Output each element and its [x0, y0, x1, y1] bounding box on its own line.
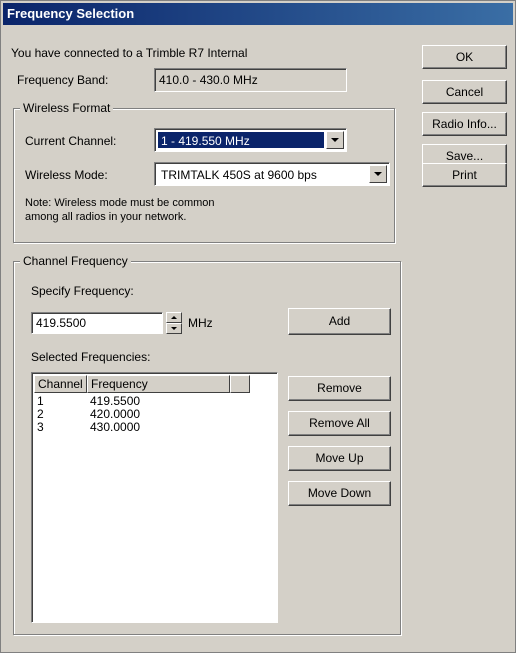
table-row[interactable]: 1 419.5500 [34, 395, 277, 408]
wireless-format-legend: Wireless Format [20, 101, 114, 115]
note-line-2: among all radios in your network. [25, 211, 187, 223]
cell-frequency: 430.0000 [90, 420, 141, 434]
print-button[interactable]: Print [422, 163, 507, 187]
current-channel-label: Current Channel: [25, 134, 117, 148]
window-title: Frequency Selection [3, 3, 513, 25]
ok-button[interactable]: OK [422, 45, 507, 69]
frequency-band-label: Frequency Band: [17, 73, 109, 87]
table-row[interactable]: 3 430.0000 [34, 421, 277, 434]
add-button[interactable]: Add [288, 308, 391, 335]
column-header-channel[interactable]: Channel [34, 375, 87, 393]
table-row[interactable]: 2 420.0000 [34, 408, 277, 421]
frequency-band-value: 410.0 - 430.0 MHz [154, 68, 347, 92]
wireless-mode-label: Wireless Mode: [25, 168, 108, 182]
current-channel-select[interactable]: 1 - 419.550 MHz [154, 128, 347, 152]
selected-frequencies-list[interactable]: Channel Frequency 1 419.5500 2 420.0000 … [31, 372, 278, 623]
column-header-spacer [230, 375, 250, 393]
frequency-selection-dialog: Frequency Selection You have connected t… [0, 0, 516, 653]
note-line-1: Note: Wireless mode must be common [25, 197, 215, 209]
current-channel-value: 1 - 419.550 MHz [158, 132, 324, 148]
cell-channel: 3 [37, 420, 44, 434]
remove-all-button[interactable]: Remove All [288, 411, 391, 436]
move-down-button[interactable]: Move Down [288, 481, 391, 506]
frequency-input[interactable]: 419.5500 [31, 312, 163, 334]
list-header: Channel Frequency [34, 375, 275, 393]
wireless-mode-select[interactable]: TRIMTALK 450S at 9600 bps [154, 162, 390, 186]
chevron-down-icon[interactable] [326, 131, 344, 149]
radio-info-button[interactable]: Radio Info... [422, 112, 507, 136]
remove-button[interactable]: Remove [288, 376, 391, 401]
chevron-down-icon[interactable] [369, 165, 387, 183]
specify-frequency-label: Specify Frequency: [31, 284, 134, 298]
frequency-unit-label: MHz [188, 316, 213, 330]
frequency-spinner[interactable] [166, 312, 182, 334]
spin-up-icon[interactable] [166, 312, 182, 323]
move-up-button[interactable]: Move Up [288, 446, 391, 471]
cancel-button[interactable]: Cancel [422, 80, 507, 104]
selected-frequencies-label: Selected Frequencies: [31, 350, 151, 364]
column-header-frequency[interactable]: Frequency [87, 375, 230, 393]
connected-text: You have connected to a Trimble R7 Inter… [11, 46, 248, 60]
channel-frequency-legend: Channel Frequency [20, 254, 131, 268]
wireless-mode-value: TRIMTALK 450S at 9600 bps [161, 168, 317, 182]
spin-down-icon[interactable] [166, 323, 182, 334]
